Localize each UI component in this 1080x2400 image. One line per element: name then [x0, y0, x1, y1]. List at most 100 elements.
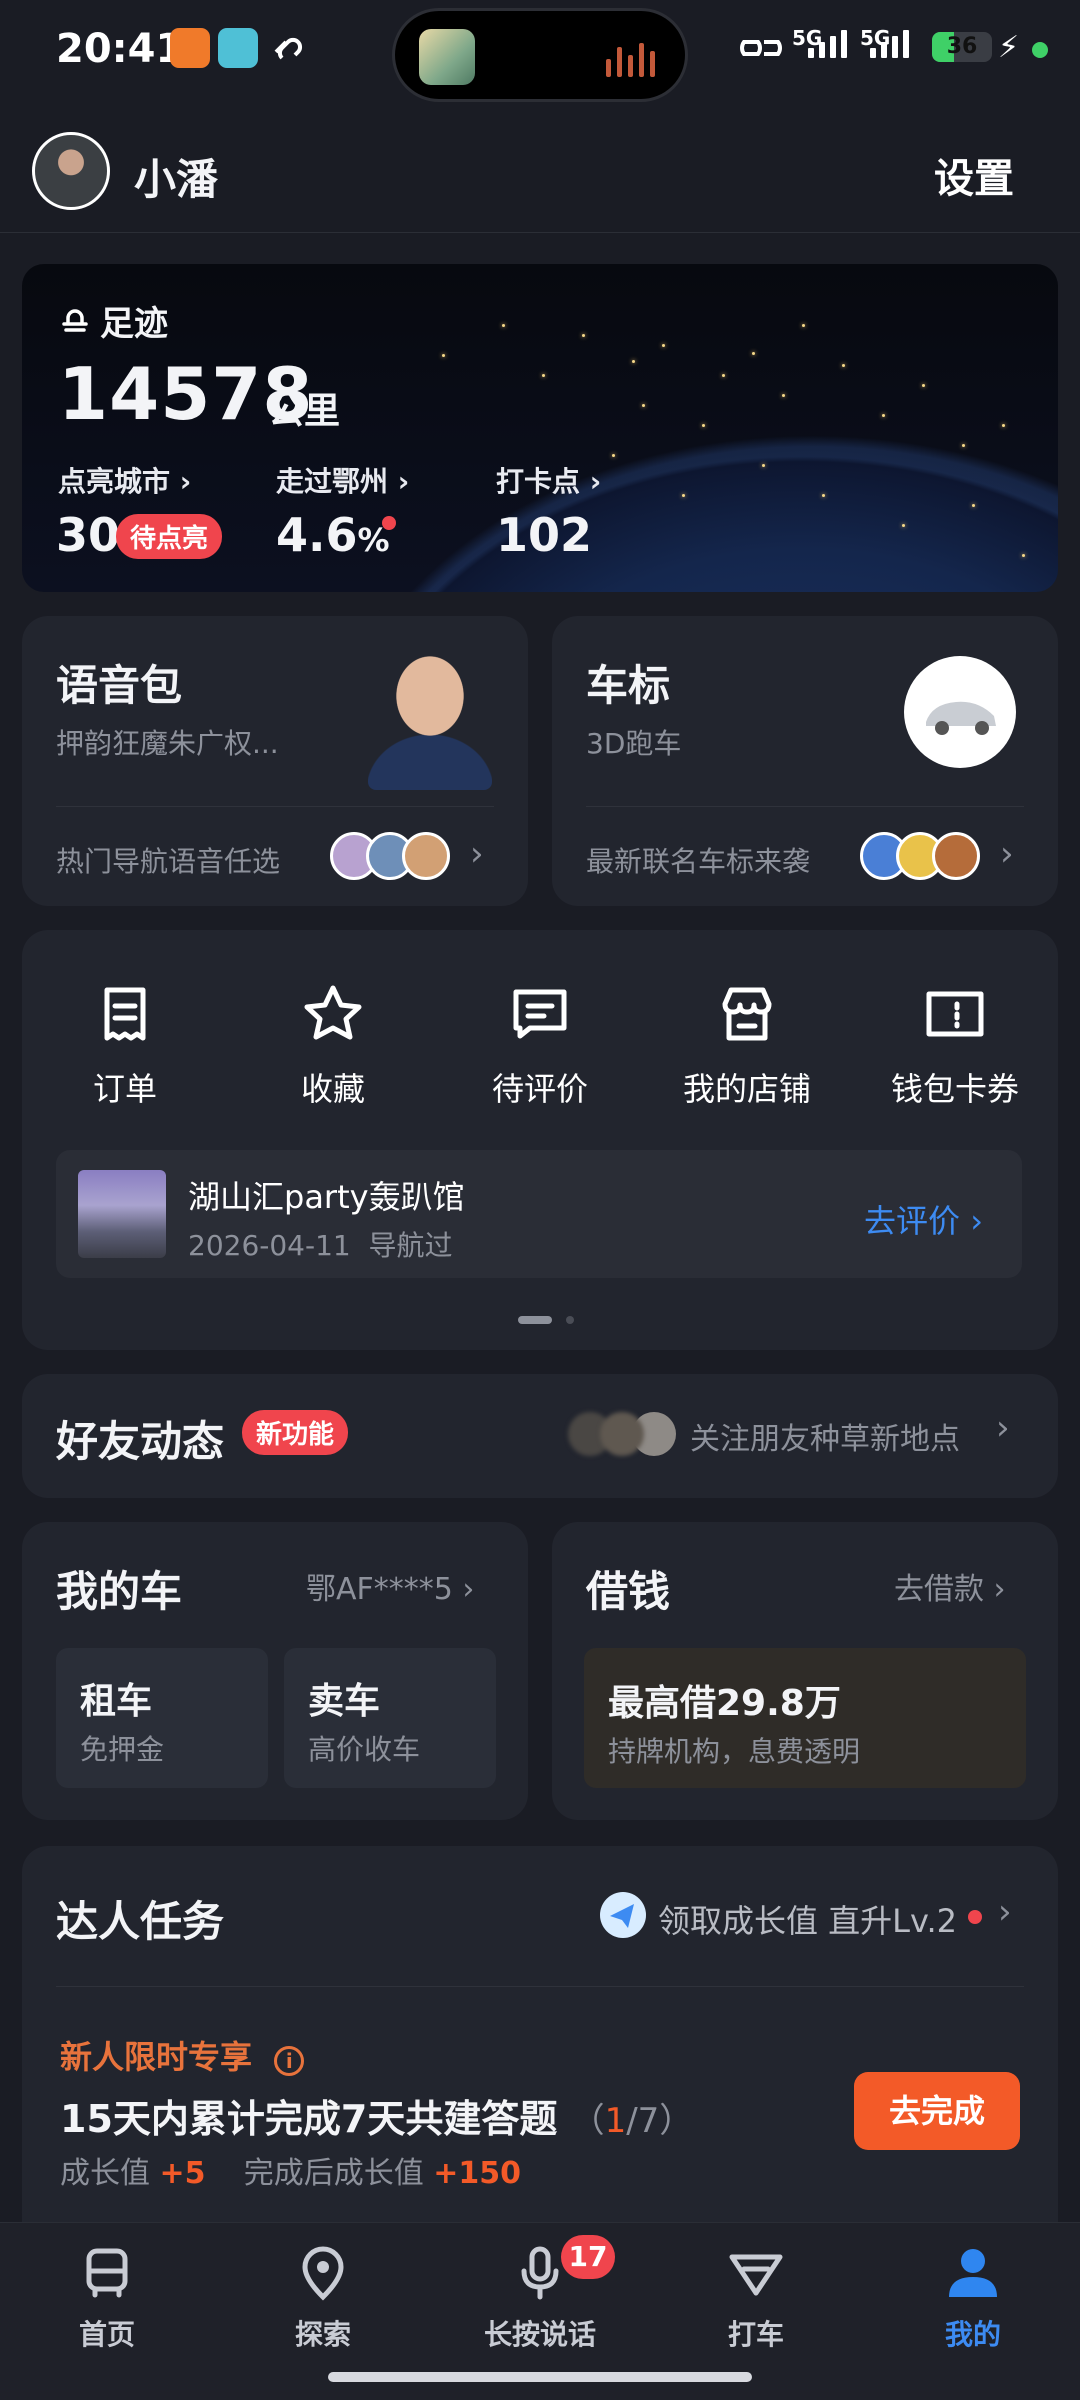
stat-checkin-value: 102 [496, 508, 593, 562]
nav-taxi[interactable]: 打车 [681, 2243, 831, 2353]
wallet-icon [926, 991, 984, 1037]
header-divider [0, 232, 1080, 233]
task-description: 15天内累计完成7天共建答题 （1/7） [60, 2097, 694, 2141]
rent-car-sub: 免押金 [80, 1733, 165, 1766]
car-icon-subtitle: 3D跑车 [586, 727, 682, 760]
voice-pack-chevron-icon: › [470, 834, 484, 874]
loan-card[interactable]: 借钱 去借款 › 最高借29.8万 持牌机构，息费透明 [552, 1522, 1058, 1820]
voice-pack-title: 语音包 [56, 661, 183, 710]
charging-icon: ⚡ [998, 30, 1020, 65]
place-name: 湖山汇party轰趴馆 [188, 1178, 465, 1216]
loan-offer-tile[interactable]: 最高借29.8万 持牌机构，息费透明 [584, 1648, 1026, 1788]
voice-badge: 17 [561, 2235, 615, 2279]
voice-pack-host-image [368, 640, 492, 790]
friends-hint: 关注朋友种草新地点 [690, 1422, 960, 1457]
place-thumbnail [78, 1170, 166, 1258]
footprint-title: 足迹 [58, 296, 168, 345]
pending-review-item[interactable]: 湖山汇party轰趴馆 2026-04-11 导航过 去评价 › [56, 1150, 1022, 1278]
home-indicator[interactable] [328, 2372, 752, 2382]
sell-car-title: 卖车 [308, 1681, 381, 1722]
go-borrow-link[interactable]: 去借款 › [894, 1564, 1006, 1608]
now-playing-app-icon [419, 29, 475, 85]
growth-link[interactable]: 领取成长值 直升Lv.2 [658, 1896, 957, 1942]
my-car-card[interactable]: 我的车 鄂AF****5 › 租车 免押金 卖车 高价收车 [22, 1522, 528, 1820]
car-icon-chevron-icon: › [1000, 834, 1014, 874]
nav-explore[interactable]: 探索 [248, 2243, 398, 2353]
stat-lit-cities-label[interactable]: 点亮城市 › [58, 460, 191, 500]
nav-me[interactable]: 我的 [898, 2243, 1048, 2353]
footprint-icon [62, 308, 88, 332]
avatar[interactable] [32, 132, 110, 210]
quick-action-my-store[interactable]: 我的店铺 [662, 982, 832, 1110]
person-icon [949, 2249, 997, 2297]
username[interactable]: 小潘 [134, 146, 218, 207]
friends-chevron-icon: › [996, 1408, 1010, 1448]
car-icon-footer: 最新联名车标来袭 [586, 845, 811, 878]
quick-action-favorites[interactable]: 收藏 [248, 982, 418, 1110]
friends-avatars [568, 1412, 676, 1456]
taxi-icon [729, 2254, 783, 2296]
complete-task-button[interactable]: 去完成 [854, 2072, 1020, 2150]
signal-bars-2-icon [870, 30, 909, 58]
privacy-dot-icon [1032, 42, 1048, 58]
dynamic-island[interactable] [392, 8, 688, 102]
bus-icon [86, 2248, 128, 2298]
visit-info: 2026-04-11 导航过 [188, 1229, 453, 1262]
quick-action-wallet[interactable]: 钱包卡券 [870, 982, 1040, 1110]
car-icon-card[interactable]: 车标 3D跑车 最新联名车标来袭 › [552, 616, 1058, 906]
calendar-notification-icon [218, 28, 258, 68]
send-icon [600, 1892, 646, 1938]
friends-activity-card[interactable]: 好友动态 新功能 关注朋友种草新地点 › [22, 1374, 1058, 1498]
receipt-icon [104, 987, 146, 1041]
comment-icon [513, 989, 567, 1039]
promo-label: 新人限时专享 i [60, 2032, 305, 2078]
settings-button[interactable]: 设置 [934, 146, 1014, 204]
store-icon [722, 987, 772, 1041]
growth-dot-indicator [968, 1910, 982, 1924]
loan-sub: 持牌机构，息费透明 [608, 1735, 861, 1768]
voice-pack-avatars [330, 832, 450, 880]
tasks-title: 达人任务 [56, 1897, 225, 1946]
car-icon-avatars [860, 832, 980, 880]
stat-ezhou-value: 4.6% [276, 508, 390, 562]
nav-voice[interactable]: 长按说话 17 [465, 2235, 615, 2353]
quick-action-pending-review[interactable]: 待评价 [455, 982, 625, 1110]
footprint-distance-unit: 公里 [268, 391, 341, 432]
task-reward: 成长值 +5 完成后成长值 +150 [60, 2156, 522, 2191]
stat-lit-cities-value: 30 [56, 508, 121, 562]
car-icon-divider [586, 806, 1024, 807]
voice-pack-footer: 热门导航语音任选 [56, 845, 281, 878]
sell-car-tile[interactable]: 卖车 高价收车 [284, 1648, 496, 1788]
expert-tasks-card: 达人任务 领取成长值 直升Lv.2 › 新人限时专享 i 15天内累计完成7天共… [22, 1846, 1058, 2266]
stat-checkin-label[interactable]: 打卡点 › [496, 460, 601, 500]
app-notification-icon [170, 28, 210, 68]
carousel-indicator-active [518, 1316, 552, 1324]
new-dot-indicator [382, 516, 396, 530]
plate-number[interactable]: 鄂AF****5 › [306, 1564, 474, 1608]
stat-ezhou-label[interactable]: 走过鄂州 › [276, 460, 409, 500]
new-feature-badge: 新功能 [242, 1410, 349, 1455]
quick-action-orders[interactable]: 订单 [40, 982, 210, 1110]
info-icon[interactable]: i [274, 2046, 305, 2076]
rent-car-title: 租车 [80, 1681, 153, 1722]
status-time: 20:41 [56, 26, 184, 72]
voice-pack-divider [56, 806, 494, 807]
star-icon [304, 985, 362, 1040]
rent-car-tile[interactable]: 租车 免押金 [56, 1648, 268, 1788]
footprint-card[interactable]: 足迹 14578 公里 点亮城市 › 30 待点亮 走过鄂州 › 4.6% 打卡… [22, 264, 1058, 592]
to-be-lit-badge[interactable]: 待点亮 [116, 514, 223, 559]
my-car-title: 我的车 [56, 1567, 183, 1616]
voice-pack-card[interactable]: 语音包 押韵狂魔朱广权... 热门导航语音任选 › [22, 616, 528, 906]
voice-pack-subtitle: 押韵狂魔朱广权... [56, 727, 279, 760]
sports-car-icon [904, 656, 1016, 768]
signal-bars-1-icon [808, 30, 847, 58]
sell-car-sub: 高价收车 [308, 1733, 421, 1766]
growth-chevron-icon: › [998, 1892, 1012, 1932]
location-pin-icon [302, 2246, 344, 2301]
status-bar: 20:41 5G 5G 36 ⚡ [0, 0, 1080, 102]
nav-home[interactable]: 首页 [32, 2243, 182, 2353]
loan-headline: 最高借29.8万 [608, 1683, 841, 1724]
tasks-divider [56, 1986, 1024, 1987]
go-review-link[interactable]: 去评价 › [864, 1196, 983, 1242]
friends-title: 好友动态 [56, 1417, 225, 1466]
